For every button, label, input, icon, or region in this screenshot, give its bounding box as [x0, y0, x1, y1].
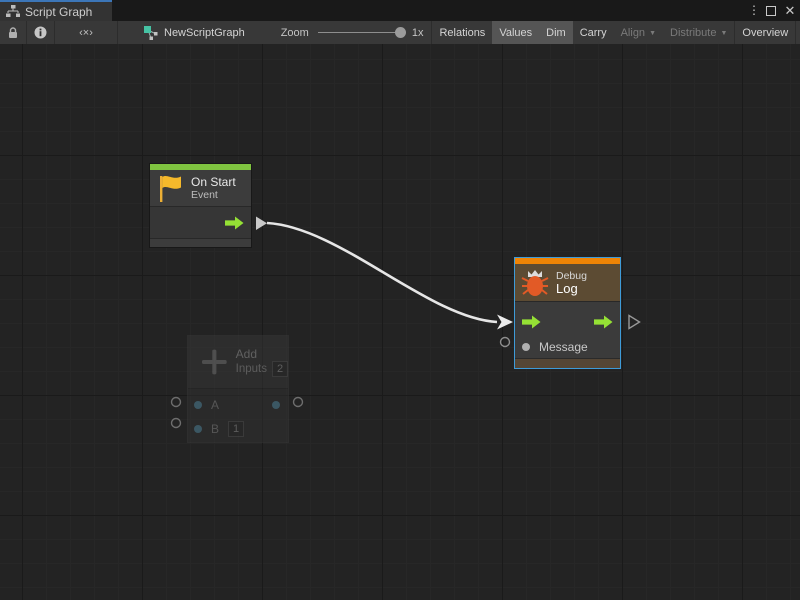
relations-button[interactable]: Relations — [432, 21, 492, 44]
carry-button[interactable]: Carry — [573, 21, 614, 44]
flow-input-arrow-icon[interactable] — [522, 315, 541, 329]
carry-label: Carry — [580, 27, 607, 39]
overview-label: Overview — [742, 27, 788, 39]
plus-icon — [202, 347, 227, 377]
script-graph-window: Script Graph ⋮ ✕ ‹×› — [0, 0, 800, 600]
tab-label: Script Graph — [25, 5, 92, 19]
chevron-down-icon: ▼ — [649, 30, 656, 37]
window-menu-icon[interactable]: ⋮ — [748, 0, 758, 21]
add-output-connector[interactable] — [294, 398, 303, 407]
flow-output-arrow-icon[interactable] — [225, 216, 244, 230]
info-button[interactable] — [27, 21, 54, 44]
debug-log-footer — [515, 358, 620, 368]
node-category: Debug — [556, 270, 587, 282]
close-icon[interactable]: ✕ — [784, 0, 796, 21]
values-label: Values — [499, 27, 532, 39]
node-on-start[interactable]: On Start Event — [149, 163, 252, 248]
on-start-footer — [150, 238, 251, 247]
port-b-value-field[interactable]: 1 — [228, 421, 244, 437]
on-start-header: On Start Event — [150, 170, 251, 206]
tab-script-graph[interactable]: Script Graph — [0, 0, 112, 21]
align-button[interactable]: Align ▼ — [614, 21, 663, 44]
add-ports: A B 1 — [188, 388, 288, 440]
add-input-a-connector[interactable] — [172, 398, 181, 407]
hierarchy-icon — [6, 5, 20, 18]
message-input-connector[interactable] — [501, 338, 510, 347]
relations-label: Relations — [439, 27, 485, 39]
node-add[interactable]: Add Inputs 2 A B 1 — [187, 335, 289, 443]
inputs-count-field[interactable]: 2 — [272, 361, 288, 377]
code-view-button[interactable]: ‹×› — [55, 21, 117, 44]
port-row-a[interactable]: A — [188, 392, 288, 418]
wire-end-arrowhead — [497, 315, 513, 330]
control-wire[interactable] — [267, 223, 497, 322]
debug-log-ports: Message — [515, 301, 620, 358]
zoom-slider[interactable] — [318, 27, 406, 38]
values-button[interactable]: Values — [492, 21, 539, 44]
zoom-control: Zoom 1x — [281, 27, 432, 39]
inputs-label: Inputs — [236, 363, 267, 375]
value-port-b-dot[interactable] — [194, 425, 202, 433]
toolbar-separator — [117, 21, 118, 44]
distribute-button[interactable]: Distribute ▼ — [663, 21, 734, 44]
zoom-label: Zoom — [281, 27, 309, 39]
on-start-ports — [150, 206, 251, 238]
fullscreen-button[interactable]: Full Screen — [796, 21, 800, 44]
graph-asset-name: NewScriptGraph — [164, 27, 245, 39]
debug-log-header: Debug Log — [515, 264, 620, 301]
connection-layer — [0, 44, 800, 600]
message-port-label: Message — [539, 340, 588, 354]
message-port-row[interactable]: Message — [515, 336, 620, 358]
zoom-slider-handle[interactable] — [395, 27, 406, 38]
flow-output-arrow-icon[interactable] — [594, 315, 613, 329]
align-label: Align — [621, 27, 645, 39]
flag-icon — [157, 174, 183, 203]
toolbar: ‹×› NewScriptGraph Zoom 1x Relations — [0, 21, 800, 44]
add-input-b-connector[interactable] — [172, 419, 181, 428]
graph-canvas[interactable]: On Start Event — [0, 44, 800, 600]
node-title: Add — [236, 347, 288, 361]
maximize-icon[interactable] — [766, 6, 776, 16]
overview-button[interactable]: Overview — [735, 21, 795, 44]
dim-button[interactable]: Dim — [539, 21, 573, 44]
value-output-dot[interactable] — [272, 401, 280, 409]
wire-start-connector[interactable] — [256, 217, 267, 231]
code-icon: ‹×› — [79, 27, 93, 39]
node-subtitle: Event — [191, 189, 236, 201]
distribute-label: Distribute — [670, 27, 716, 39]
dim-label: Dim — [546, 27, 566, 39]
lock-icon — [7, 26, 19, 39]
port-b-label: B — [211, 422, 219, 436]
node-title: On Start — [191, 175, 236, 189]
titlebar: Script Graph ⋮ ✕ — [0, 0, 800, 21]
info-icon — [34, 26, 47, 39]
value-port-a-dot[interactable] — [194, 401, 202, 409]
add-header: Add Inputs 2 — [188, 336, 288, 388]
graph-asset-icon — [144, 26, 158, 40]
flow-port-row — [515, 308, 620, 336]
message-port-dot[interactable] — [522, 343, 530, 351]
debug-output-connector[interactable] — [629, 316, 640, 329]
graph-asset[interactable]: NewScriptGraph — [144, 26, 245, 40]
window-controls: ⋮ ✕ — [748, 0, 796, 21]
zoom-value: 1x — [412, 27, 424, 39]
node-title: Log — [556, 282, 587, 296]
port-a-label: A — [211, 398, 219, 412]
node-debug-log[interactable]: Debug Log Message — [514, 257, 621, 369]
port-row-b[interactable]: B 1 — [188, 418, 288, 440]
lock-button[interactable] — [0, 21, 26, 44]
bug-icon — [521, 268, 549, 297]
chevron-down-icon: ▼ — [720, 30, 727, 37]
